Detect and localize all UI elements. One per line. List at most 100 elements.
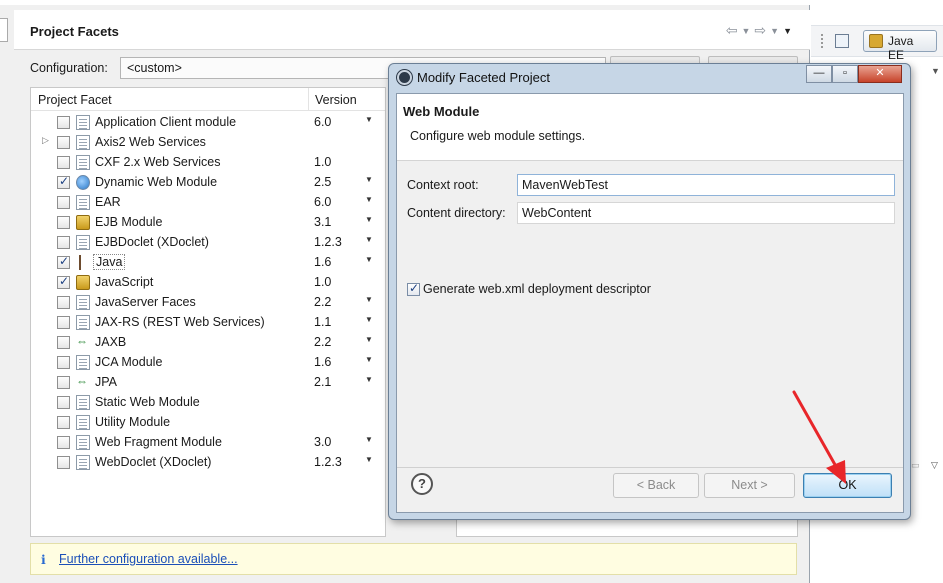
minimize-button[interactable]: —: [806, 65, 832, 83]
context-root-input[interactable]: MavenWebTest: [517, 174, 895, 196]
facet-version[interactable]: 2.2: [314, 335, 331, 349]
facet-checkbox[interactable]: [57, 116, 70, 129]
version-dropdown-icon[interactable]: ▼: [365, 295, 373, 304]
back-arrow-icon[interactable]: ⇦: [726, 22, 738, 39]
version-dropdown-icon[interactable]: ▼: [365, 315, 373, 324]
version-dropdown-icon[interactable]: ▼: [365, 195, 373, 204]
facet-row[interactable]: JCA Module 1.6 ▼: [31, 352, 385, 372]
facet-row[interactable]: Web Fragment Module 3.0 ▼: [31, 432, 385, 452]
facet-version[interactable]: 6.0: [314, 115, 331, 129]
further-configuration-link[interactable]: Further configuration available...: [59, 552, 238, 566]
facet-checkbox[interactable]: [57, 296, 70, 309]
content-directory-label: Content directory:: [407, 206, 506, 220]
forward-arrow-icon[interactable]: ⇨: [754, 22, 766, 39]
version-dropdown-icon[interactable]: ▼: [365, 435, 373, 444]
facet-row[interactable]: WebDoclet (XDoclet) 1.2.3 ▼: [31, 452, 385, 472]
column-header-facet[interactable]: Project Facet: [38, 93, 112, 107]
expand-icon[interactable]: ▷: [42, 135, 49, 146]
version-dropdown-icon[interactable]: ▼: [365, 335, 373, 344]
forward-dropdown-icon[interactable]: ▼: [770, 26, 779, 36]
facet-checkbox[interactable]: [57, 216, 70, 229]
close-button[interactable]: ✕: [858, 65, 902, 83]
facet-checkbox[interactable]: [57, 254, 70, 269]
facet-version[interactable]: 1.6: [314, 255, 331, 269]
facet-checkbox[interactable]: [57, 336, 70, 349]
view-dropdown-icon-2[interactable]: ▽: [931, 460, 938, 471]
facet-checkbox[interactable]: [57, 456, 70, 469]
back-dropdown-icon[interactable]: ▼: [742, 26, 751, 36]
facet-row[interactable]: Application Client module 6.0 ▼: [31, 112, 385, 132]
facet-row[interactable]: JAX-RS (REST Web Services) 1.1 ▼: [31, 312, 385, 332]
facet-checkbox[interactable]: [57, 376, 70, 389]
facet-checkbox[interactable]: [57, 156, 70, 169]
facet-checkbox[interactable]: [57, 274, 70, 289]
content-directory-input[interactable]: WebContent: [517, 202, 895, 224]
version-dropdown-icon[interactable]: ▼: [365, 455, 373, 464]
facet-version[interactable]: 2.2: [314, 295, 331, 309]
facet-version[interactable]: 6.0: [314, 195, 331, 209]
facet-checkbox[interactable]: [57, 416, 70, 429]
help-icon[interactable]: ?: [411, 473, 433, 495]
view-tab-icon[interactable]: ▭: [911, 460, 920, 471]
view-menu-icon[interactable]: ▼: [783, 26, 792, 36]
open-perspective-icon[interactable]: [835, 34, 849, 48]
jaxb-arrows-icon: ⇔: [76, 374, 88, 388]
facet-version[interactable]: 3.0: [314, 435, 331, 449]
facet-version[interactable]: 1.0: [314, 155, 331, 169]
facet-row[interactable]: JavaServer Faces 2.2 ▼: [31, 292, 385, 312]
facet-checkbox[interactable]: [57, 356, 70, 369]
facet-row[interactable]: EJBDoclet (XDoclet) 1.2.3 ▼: [31, 232, 385, 252]
facet-row[interactable]: Java 1.6 ▼: [31, 252, 385, 272]
version-dropdown-icon[interactable]: ▼: [365, 215, 373, 224]
facet-checkbox[interactable]: [57, 236, 70, 249]
eclipse-icon: [397, 70, 412, 85]
ok-button[interactable]: OK: [803, 473, 892, 498]
facet-version[interactable]: 1.1: [314, 315, 331, 329]
facet-name: JAX-RS (REST Web Services): [95, 315, 265, 329]
generate-webxml-label[interactable]: Generate web.xml deployment descriptor: [423, 282, 651, 296]
version-dropdown-icon[interactable]: ▼: [365, 255, 373, 264]
facet-version[interactable]: 1.2.3: [314, 235, 342, 249]
lock-icon: [76, 215, 90, 230]
facet-checkbox[interactable]: [57, 136, 70, 149]
facet-row[interactable]: Dynamic Web Module 2.5 ▼: [31, 172, 385, 192]
facet-rows: Application Client module 6.0 ▼ ▷ Axis2 Web …: [31, 112, 385, 472]
page-title: Project Facets: [30, 24, 119, 39]
facet-version[interactable]: 2.5: [314, 175, 331, 189]
version-dropdown-icon[interactable]: ▼: [365, 375, 373, 384]
facet-row[interactable]: ⇔ JPA 2.1 ▼: [31, 372, 385, 392]
facet-row[interactable]: Static Web Module: [31, 392, 385, 412]
back-button[interactable]: < Back: [613, 473, 699, 498]
facet-version[interactable]: 1.0: [314, 275, 331, 289]
facet-version[interactable]: 3.1: [314, 215, 331, 229]
facet-row[interactable]: ⇔ JAXB 2.2 ▼: [31, 332, 385, 352]
facet-row[interactable]: EJB Module 3.1 ▼: [31, 212, 385, 232]
facet-checkbox[interactable]: [57, 396, 70, 409]
web-module-icon: [76, 175, 90, 190]
facet-checkbox[interactable]: [57, 196, 70, 209]
facet-version[interactable]: 1.6: [314, 355, 331, 369]
perspective-java-ee-button[interactable]: Java EE: [863, 30, 937, 62]
facet-name: JPA: [95, 375, 117, 389]
facet-checkbox[interactable]: [57, 174, 70, 189]
facet-checkbox[interactable]: [57, 316, 70, 329]
next-button[interactable]: Next >: [704, 473, 795, 498]
facet-version[interactable]: 2.1: [314, 375, 331, 389]
facet-version[interactable]: 1.2.3: [314, 455, 342, 469]
version-dropdown-icon[interactable]: ▼: [365, 175, 373, 184]
facet-row[interactable]: ▷ Axis2 Web Services: [31, 132, 385, 152]
facet-document-icon: [76, 415, 90, 430]
facet-row[interactable]: JavaScript 1.0: [31, 272, 385, 292]
version-dropdown-icon[interactable]: ▼: [365, 115, 373, 124]
facet-checkbox[interactable]: [57, 436, 70, 449]
facet-row[interactable]: Utility Module: [31, 412, 385, 432]
maximize-button[interactable]: ▫: [832, 65, 858, 83]
facet-row[interactable]: EAR 6.0 ▼: [31, 192, 385, 212]
configuration-label: Configuration:: [30, 61, 108, 75]
version-dropdown-icon[interactable]: ▼: [365, 235, 373, 244]
column-header-version[interactable]: Version: [315, 93, 357, 107]
version-dropdown-icon[interactable]: ▼: [365, 355, 373, 364]
view-dropdown-icon[interactable]: ▼: [931, 66, 940, 76]
generate-webxml-checkbox[interactable]: [407, 281, 420, 296]
facet-row[interactable]: CXF 2.x Web Services 1.0: [31, 152, 385, 172]
